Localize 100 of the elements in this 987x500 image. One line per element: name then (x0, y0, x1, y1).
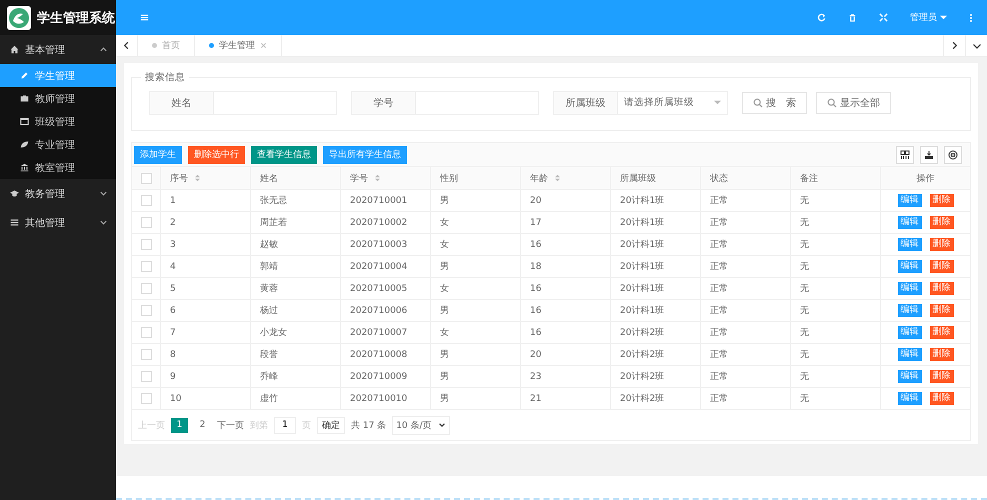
row-checkbox[interactable] (141, 327, 152, 338)
edit-button[interactable]: 编辑 (898, 392, 922, 405)
page-number[interactable]: 2 (194, 418, 211, 432)
delete-button[interactable]: 删除 (930, 194, 954, 207)
fullscreen-icon[interactable] (879, 13, 888, 22)
select-all-checkbox[interactable] (141, 172, 152, 184)
edit-button[interactable]: 编辑 (898, 348, 922, 361)
close-icon[interactable] (260, 42, 267, 49)
column-header: 所属班级 (610, 166, 700, 190)
edit-button[interactable]: 编辑 (898, 370, 922, 383)
row-checkbox[interactable] (141, 283, 152, 294)
sort-icon (374, 174, 380, 182)
table-cell: 20计科1班 (610, 256, 700, 278)
edit-button[interactable]: 编辑 (898, 260, 922, 273)
table-cell: 女 (430, 212, 520, 234)
page-number[interactable]: 1 (171, 418, 188, 432)
page-size-select[interactable]: 10 条/页 (392, 416, 450, 434)
bank-icon (20, 163, 29, 172)
table-cell: 正常 (700, 278, 790, 300)
column-header[interactable]: 学号 (340, 166, 430, 190)
row-checkbox[interactable] (141, 371, 152, 382)
column-header[interactable]: 序号 (160, 166, 250, 190)
menu-item[interactable]: 教师管理 (0, 87, 116, 110)
page-input[interactable]: 1 (274, 416, 296, 434)
table-cell: 男 (430, 300, 520, 322)
table-cell: 23 (520, 366, 610, 388)
delete-button[interactable]: 删除 (930, 370, 954, 383)
search-legend: 搜索信息 (141, 71, 189, 84)
row-checkbox[interactable] (141, 195, 152, 206)
table-cell: 段誉 (250, 344, 340, 366)
search-button[interactable]: 搜 索 (742, 92, 807, 114)
table-cell: 无 (790, 234, 880, 256)
app-title: 学生管理系统 (37, 10, 115, 26)
menu-item[interactable]: 教室管理 (0, 156, 116, 179)
expand-icon (99, 218, 108, 227)
toolbar-button[interactable]: 删除选中行 (188, 146, 245, 164)
delete-button[interactable]: 删除 (930, 282, 954, 295)
page-tab[interactable]: 首页 (138, 35, 195, 56)
delete-button[interactable]: 删除 (930, 304, 954, 317)
row-checkbox[interactable] (141, 305, 152, 316)
toolbar-button[interactable]: 导出所有学生信息 (323, 146, 407, 164)
table-cell: 无 (790, 278, 880, 300)
menu-group[interactable]: 其他管理 (0, 208, 116, 237)
user-menu[interactable]: 管理员 (910, 11, 947, 24)
more-icon[interactable] (969, 12, 973, 22)
row-checkbox[interactable] (141, 239, 152, 250)
table-cell: 张无忌 (250, 190, 340, 212)
row-checkbox[interactable] (141, 261, 152, 272)
table-cell: 20计科2班 (610, 322, 700, 344)
graduation-cap-icon (10, 189, 19, 198)
next-page-link[interactable]: 下一页 (217, 418, 244, 432)
print-button[interactable] (944, 146, 962, 164)
delete-button[interactable]: 删除 (930, 326, 954, 339)
menu-group[interactable]: 基本管理 (0, 35, 116, 64)
collapse-icon (99, 45, 108, 54)
caret-icon (940, 14, 947, 21)
edit-button[interactable]: 编辑 (898, 282, 922, 295)
table-cell: 无 (790, 190, 880, 212)
table-cell: 正常 (700, 256, 790, 278)
menu-group[interactable]: 教务管理 (0, 179, 116, 208)
delete-button[interactable]: 删除 (930, 392, 954, 405)
toolbar-button[interactable]: 查看学生信息 (251, 146, 317, 164)
table-cell: 20 (520, 344, 610, 366)
row-checkbox[interactable] (141, 349, 152, 360)
table-cell: 7 (160, 322, 250, 344)
row-checkbox[interactable] (141, 217, 152, 228)
table-cell: 2020710005 (340, 278, 430, 300)
page-tab[interactable]: 学生管理 (195, 35, 282, 56)
columns-button[interactable] (896, 146, 914, 164)
menu-item[interactable]: 学生管理 (0, 64, 116, 87)
table-cell: 男 (430, 388, 520, 410)
column-header: 状态 (700, 166, 790, 190)
delete-button[interactable]: 删除 (930, 260, 954, 273)
edit-button[interactable]: 编辑 (898, 194, 922, 207)
table-cell: 杨过 (250, 300, 340, 322)
table-cell: 2020710003 (340, 234, 430, 256)
search-button[interactable]: 显示全部 (816, 92, 891, 114)
column-header[interactable]: 年龄 (520, 166, 610, 190)
edit-button[interactable]: 编辑 (898, 238, 922, 251)
row-checkbox[interactable] (141, 393, 152, 404)
menu-item[interactable]: 班级管理 (0, 110, 116, 133)
table-cell: 3 (160, 234, 250, 256)
table-cell: 2020710007 (340, 322, 430, 344)
edit-button[interactable]: 编辑 (898, 304, 922, 317)
delete-button[interactable]: 删除 (930, 238, 954, 251)
refresh-icon[interactable] (817, 13, 826, 22)
edit-button[interactable]: 编辑 (898, 216, 922, 229)
menu-icon[interactable] (140, 13, 149, 22)
toolbar-button[interactable]: 添加学生 (134, 146, 182, 164)
confirm-button[interactable]: 确定 (317, 416, 345, 434)
table-cell: 16 (520, 234, 610, 256)
table-cell: 16 (520, 322, 610, 344)
delete-button[interactable]: 删除 (930, 348, 954, 361)
trash-icon[interactable] (848, 13, 857, 22)
table-cell: 无 (790, 344, 880, 366)
export-button[interactable] (920, 146, 938, 164)
delete-button[interactable]: 删除 (930, 216, 954, 229)
search-icon (827, 98, 837, 108)
edit-button[interactable]: 编辑 (898, 326, 922, 339)
menu-item[interactable]: 专业管理 (0, 133, 116, 156)
